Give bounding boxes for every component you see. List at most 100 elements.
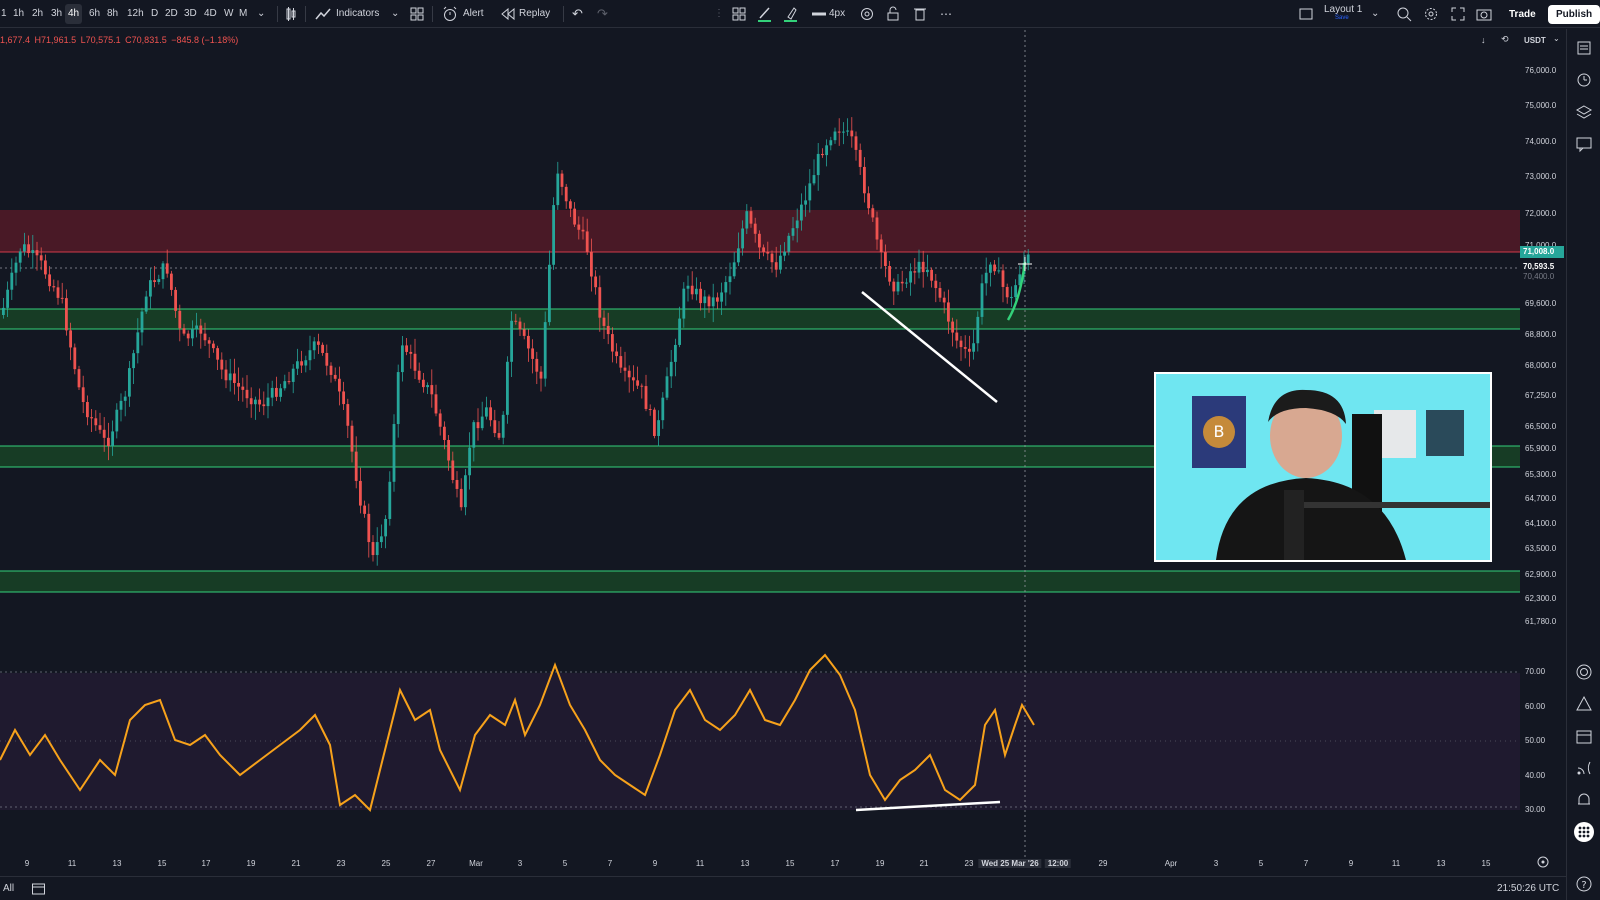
candle-body: [182, 328, 186, 334]
scale-settings-icon[interactable]: [1536, 855, 1550, 869]
sync-icon[interactable]: ⟲: [1501, 34, 1509, 45]
fullscreen-icon[interactable]: [1449, 5, 1467, 23]
alert-button[interactable]: Alert: [463, 4, 484, 24]
time-axis-label: Wed 25 Mar '26: [978, 859, 1042, 868]
candle-body: [119, 400, 123, 410]
trade-button[interactable]: Trade: [1502, 5, 1543, 24]
timeframe-1h[interactable]: 1h: [10, 4, 27, 24]
candle-body: [934, 280, 938, 289]
candle-body: [283, 381, 287, 389]
range-all-button[interactable]: All: [3, 883, 14, 894]
time-axis-label: 5: [562, 859, 568, 868]
news-icon[interactable]: [1575, 759, 1593, 777]
more-icon[interactable]: ⋯: [940, 4, 952, 24]
target-icon[interactable]: [1575, 663, 1593, 681]
drag-handle-icon[interactable]: ⋮: [714, 4, 724, 24]
timeframe-12h[interactable]: 12h: [124, 4, 147, 24]
timeframe-2D[interactable]: 2D: [162, 4, 181, 24]
divider: [305, 6, 306, 22]
camera-icon[interactable]: [1475, 5, 1493, 23]
gear-icon[interactable]: [1422, 5, 1440, 23]
candle-body: [35, 250, 39, 256]
redo-icon[interactable]: ↷: [597, 4, 608, 24]
layout-save-label[interactable]: Save: [1335, 15, 1349, 21]
help-icon[interactable]: ?: [1575, 875, 1593, 893]
timeframe-M[interactable]: M: [236, 4, 250, 24]
currency-select[interactable]: USDT: [1524, 36, 1546, 45]
replay-button[interactable]: Replay: [519, 4, 550, 24]
candle-body: [779, 255, 782, 270]
watchlist-icon[interactable]: [1575, 39, 1593, 57]
candle-body: [598, 287, 602, 318]
candle-body: [199, 325, 203, 334]
templates-icon[interactable]: [408, 5, 426, 23]
publish-button[interactable]: Publish: [1548, 5, 1600, 24]
indicators-button[interactable]: Indicators: [336, 4, 379, 24]
layout-icon[interactable]: [1297, 5, 1315, 23]
timeframe-3h[interactable]: 3h: [48, 4, 65, 24]
lock-icon[interactable]: [884, 5, 902, 23]
candle-body: [140, 311, 144, 333]
timeframe-8h[interactable]: 8h: [104, 4, 121, 24]
timeframe-4D[interactable]: 4D: [201, 4, 220, 24]
candle-body: [422, 379, 425, 388]
candle-body: [972, 343, 975, 352]
candle-body: [724, 282, 728, 293]
undo-icon[interactable]: ↶: [572, 4, 583, 24]
drawing-icon[interactable]: [730, 5, 748, 23]
time-axis-label: 23: [336, 859, 346, 868]
support-zone: [0, 571, 1520, 592]
notification-icon[interactable]: [1575, 791, 1593, 809]
candle-body: [879, 239, 883, 253]
settings-icon[interactable]: [858, 5, 876, 23]
candle-body: [506, 361, 509, 415]
chevron-down-icon[interactable]: ⌄: [257, 4, 265, 24]
candle-body: [938, 288, 942, 298]
line-icon[interactable]: [810, 5, 828, 23]
timeframe-6h[interactable]: 6h: [86, 4, 103, 24]
chat-icon[interactable]: [1575, 135, 1593, 153]
timeframe-W[interactable]: W: [221, 4, 236, 24]
brush-icon[interactable]: [756, 5, 774, 23]
candle-body: [69, 330, 72, 348]
trash-icon[interactable]: [911, 5, 929, 23]
legend-change: −845.8 (−1.18%): [171, 35, 239, 45]
ideas-icon[interactable]: [1575, 695, 1593, 713]
grid-icon[interactable]: [1573, 821, 1595, 843]
timeframe-3D[interactable]: 3D: [181, 4, 200, 24]
chevron-down-icon[interactable]: ⌄: [391, 4, 399, 24]
replay-icon[interactable]: [498, 5, 516, 23]
date-range-icon[interactable]: [31, 881, 46, 896]
calendar-icon[interactable]: [1575, 727, 1593, 745]
alert-icon[interactable]: [441, 5, 459, 23]
scroll-down-icon[interactable]: ↓: [1481, 35, 1486, 45]
search-icon[interactable]: [1395, 5, 1413, 23]
candle-body: [606, 325, 610, 335]
timeframe-4h[interactable]: 4h: [65, 4, 83, 24]
candle-body: [896, 281, 900, 292]
candle-body: [854, 136, 858, 150]
timeframe-D[interactable]: D: [148, 4, 161, 24]
candle-body: [514, 320, 518, 322]
alerts-icon[interactable]: [1575, 71, 1593, 89]
layers-icon[interactable]: [1575, 103, 1593, 121]
line-width-button[interactable]: 4px: [829, 4, 845, 24]
candle-body: [703, 296, 707, 304]
indicators-icon[interactable]: [314, 5, 332, 23]
candle-body: [354, 451, 358, 481]
highlighter-icon[interactable]: [782, 5, 800, 23]
legend-open: 1,677.4: [0, 35, 31, 45]
chevron-down-icon[interactable]: ⌄: [1371, 4, 1379, 24]
support-zone: [0, 309, 1520, 329]
candle-body: [203, 333, 207, 341]
candle-body: [23, 244, 26, 252]
faded-price-tag: 70,400.0: [1520, 271, 1564, 283]
layout-name[interactable]: Layout 1: [1324, 4, 1362, 15]
timeframe-2h[interactable]: 2h: [29, 4, 46, 24]
candle-body: [447, 439, 450, 461]
chart-type-icon[interactable]: [282, 5, 300, 23]
candle-body: [577, 224, 581, 230]
candle-body: [905, 282, 908, 284]
timeframe-partial[interactable]: 1: [0, 4, 10, 24]
chevron-down-icon[interactable]: ⌄: [1553, 34, 1560, 43]
